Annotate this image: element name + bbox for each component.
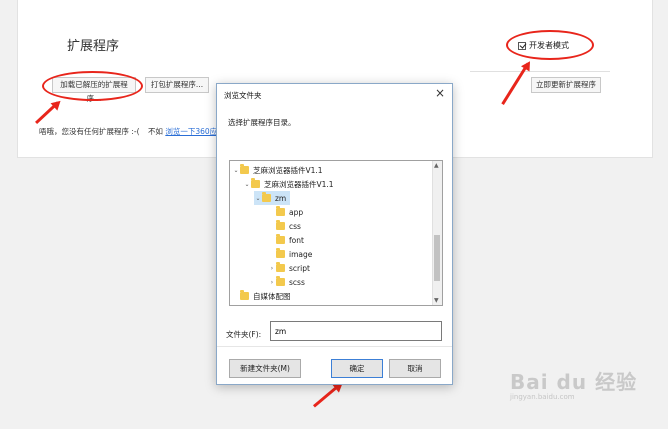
tree-item-label: image [289, 249, 313, 259]
tree-item[interactable]: 自媒体配图 [232, 289, 291, 303]
pack-extension-button[interactable]: 打包扩展程序... [145, 77, 209, 93]
annotation-circle-devmode [506, 30, 594, 60]
folder-icon [276, 262, 285, 272]
tree-item[interactable]: › scss [268, 275, 305, 289]
ok-button[interactable]: 确定 [331, 359, 383, 378]
chevron-down-icon[interactable]: ⌄ [232, 167, 240, 174]
folder-icon [251, 178, 260, 188]
tree-item-label: 芝麻浏览器插件V1.1 [264, 179, 334, 189]
tree-item-label: zm [275, 193, 287, 203]
tree-item[interactable]: ⌄ 芝麻浏览器插件V1.1 [243, 177, 334, 191]
tree-item-selected[interactable]: ⌄ zm [254, 191, 291, 205]
watermark-main: Bai du 经验 [510, 370, 638, 394]
chevron-down-icon[interactable]: ⌄ [243, 181, 251, 188]
folder-icon [276, 248, 285, 258]
folder-icon [262, 192, 271, 202]
folder-icon [276, 206, 285, 216]
tree-item-label: font [289, 235, 304, 245]
divider [470, 71, 610, 72]
tree-item-label: script [289, 263, 310, 273]
tree-item-label: 芝麻浏览器插件V1.1 [253, 165, 323, 175]
dialog-title: 浏览文件夹 [224, 91, 262, 100]
tree-scrollbar[interactable]: ▲ ▼ [432, 161, 442, 305]
folder-icon [240, 164, 249, 174]
folder-input[interactable] [270, 321, 442, 341]
tree-item[interactable]: image [268, 247, 312, 261]
folder-icon [240, 290, 249, 300]
tree-item-label: app [289, 207, 304, 217]
empty-hint: 不如 [147, 127, 163, 136]
tree-item[interactable]: css [268, 219, 301, 233]
chevron-down-icon[interactable]: ⌄ [254, 195, 262, 202]
close-icon[interactable]: × [435, 86, 445, 100]
scroll-thumb[interactable] [434, 235, 440, 281]
new-folder-button[interactable]: 新建文件夹(M) [229, 359, 301, 378]
update-extensions-button[interactable]: 立即更新扩展程序 [531, 77, 601, 93]
scroll-down-icon[interactable]: ▼ [434, 297, 439, 304]
chevron-right-icon[interactable]: › [268, 265, 276, 272]
page-title: 扩展程序 [67, 39, 120, 54]
tree-item[interactable]: › script [268, 261, 310, 275]
folder-icon [276, 276, 285, 286]
browse-folder-dialog: 浏览文件夹 × 选择扩展程序目录。 ⌄ 芝麻浏览器插件V1.1 ⌄ 芝麻浏览器插… [216, 83, 453, 385]
annotation-arrow-ok [312, 383, 341, 408]
folder-field-label: 文件夹(F): [226, 330, 262, 339]
tree-item-label: scss [289, 277, 305, 287]
chevron-right-icon[interactable]: › [268, 279, 276, 286]
baidu-jingyan-watermark: Bai du 经验 jingyan.baidu.com [510, 366, 637, 401]
folder-icon [276, 234, 285, 244]
dialog-prompt: 选择扩展程序目录。 [228, 118, 296, 127]
dialog-footer-divider [217, 346, 452, 347]
tree-item-label: 自媒体配图 [253, 291, 291, 301]
empty-text: 唔哦，您没有任何扩展程序 :-( [39, 127, 140, 136]
scroll-up-icon[interactable]: ▲ [434, 162, 439, 169]
cancel-button[interactable]: 取消 [389, 359, 441, 378]
empty-message: 唔哦，您没有任何扩展程序 :-( 不如 浏览一下360应用 [39, 126, 225, 137]
tree-item[interactable]: app [268, 205, 303, 219]
folder-tree[interactable]: ⌄ 芝麻浏览器插件V1.1 ⌄ 芝麻浏览器插件V1.1 ⌄ zm app css [229, 160, 443, 306]
tree-item[interactable]: ⌄ 芝麻浏览器插件V1.1 [232, 163, 323, 177]
folder-icon [276, 220, 285, 230]
tree-item[interactable]: font [268, 233, 304, 247]
tree-item-label: css [289, 221, 301, 231]
